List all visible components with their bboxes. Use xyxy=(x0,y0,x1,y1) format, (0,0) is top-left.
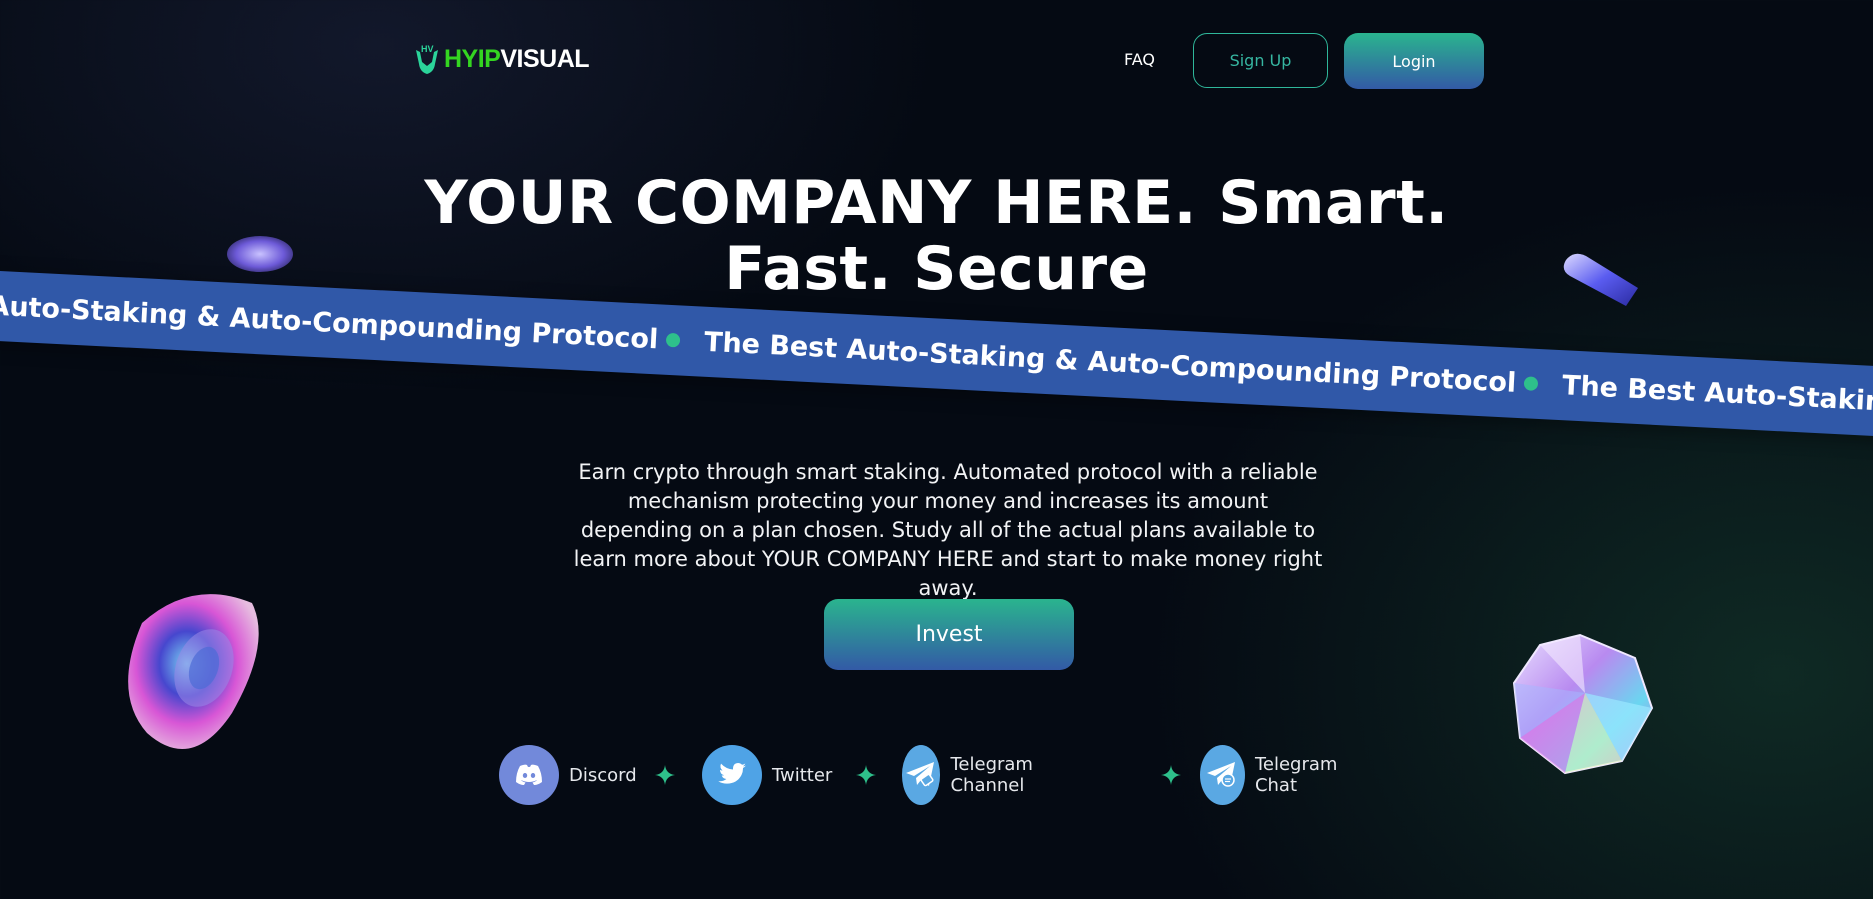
hero-title: YOUR COMPANY HERE. Smart. Fast. Secure xyxy=(0,170,1873,302)
sparkle-separator-icon xyxy=(856,765,876,785)
crystal-d20-decoration xyxy=(1512,633,1654,775)
social-link-twitter[interactable]: Twitter xyxy=(702,745,832,805)
hero-description: Earn crypto through smart staking. Autom… xyxy=(573,460,1323,600)
signup-button[interactable]: Sign Up xyxy=(1193,33,1328,88)
social-label: Telegram Channel xyxy=(950,754,1033,796)
social-label: Telegram Chat xyxy=(1254,754,1338,796)
brand-logo[interactable]: HV HYIPVISUAL xyxy=(412,42,590,76)
social-link-telegram-channel[interactable]: Telegram Channel xyxy=(902,745,1054,805)
sparkle-separator-icon xyxy=(1161,765,1181,785)
crystal-torus-decoration xyxy=(128,594,259,749)
telegram-channel-icon xyxy=(902,745,941,805)
sparkle-separator-icon xyxy=(655,765,675,785)
marquee-dot xyxy=(665,332,681,348)
site-header: HV HYIPVISUAL FAQ Sign Up Login xyxy=(0,0,1873,120)
social-label: Discord xyxy=(569,764,637,786)
marquee-item: The Best Auto-Staking & Auto-Compounding… xyxy=(703,326,1518,399)
marquee-dot xyxy=(1523,376,1539,391)
invest-button[interactable]: Invest xyxy=(824,599,1074,670)
logo-text: HYIPVISUAL xyxy=(444,44,590,73)
twitter-icon xyxy=(702,745,762,805)
social-link-discord[interactable]: Discord xyxy=(499,745,637,805)
nav-faq-link[interactable]: FAQ xyxy=(1124,50,1155,69)
login-button[interactable]: Login xyxy=(1344,33,1484,89)
telegram-chat-icon xyxy=(1200,745,1245,805)
svg-text:HV: HV xyxy=(421,44,434,54)
marquee-item: The Best Auto-Staking & Auto-Compounding… xyxy=(1561,369,1873,439)
social-link-telegram-chat[interactable]: Telegram Chat xyxy=(1200,745,1352,805)
social-label: Twitter xyxy=(772,764,833,786)
discord-icon xyxy=(499,745,559,805)
hero-title-line1: YOUR COMPANY HERE. Smart. xyxy=(424,168,1449,238)
logo-hands-icon: HV xyxy=(416,44,438,74)
hero-title-line2: Fast. Secure xyxy=(724,234,1149,304)
